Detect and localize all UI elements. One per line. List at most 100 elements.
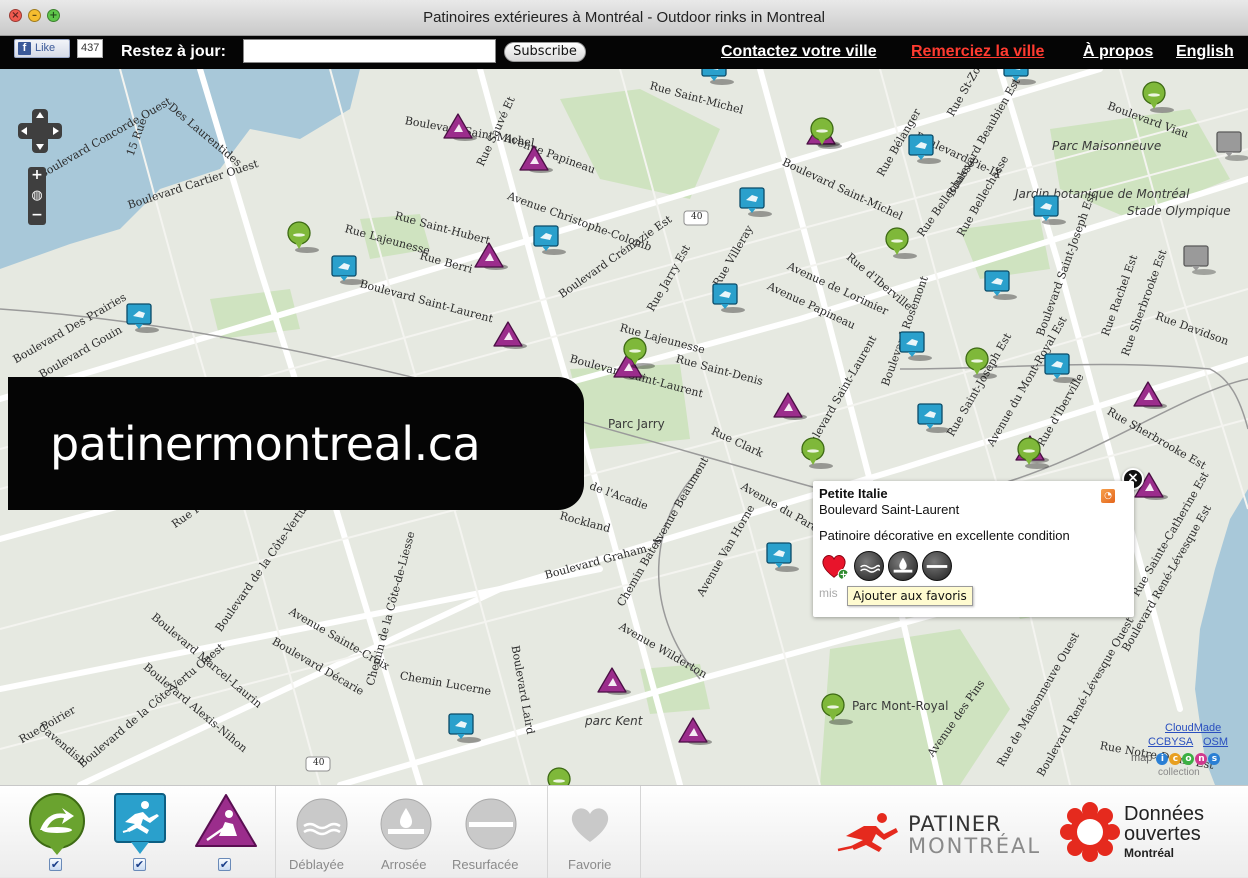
- attribution-license-link[interactable]: CCBYSA: [1148, 736, 1193, 748]
- closed-rink-marker[interactable]: [1215, 130, 1248, 167]
- rink-location: Boulevard Saint-Laurent: [819, 502, 960, 517]
- pleasure-rink-marker[interactable]: [545, 766, 579, 785]
- site-name: patinermontreal.ca: [50, 417, 481, 471]
- skating-rink-marker[interactable]: [738, 186, 772, 223]
- nav-about[interactable]: À propos: [1083, 43, 1153, 61]
- hockey-checkbox[interactable]: ✔: [218, 858, 231, 871]
- resurfaced-filter-icon[interactable]: [465, 798, 517, 850]
- site-banner: patinermontreal.ca: [8, 377, 584, 510]
- pleasure-rink-marker[interactable]: [819, 692, 853, 731]
- skating-rink-marker[interactable]: [983, 269, 1017, 306]
- cleared-icon: [854, 551, 884, 581]
- rink-name: Petite Italie: [819, 486, 888, 501]
- email-field[interactable]: [243, 39, 496, 63]
- skating-rink-marker[interactable]: [907, 133, 941, 170]
- montreal-logo-word: MONTRÉAL: [908, 834, 1042, 858]
- skating-rink-marker[interactable]: [711, 282, 745, 319]
- ouvertes-logo-word: ouvertes: [1124, 823, 1201, 845]
- hockey-rink-marker[interactable]: [519, 144, 553, 179]
- skating-rink-marker[interactable]: [898, 330, 932, 367]
- park-label: Parc Maisonneuve: [1052, 139, 1162, 153]
- toolbar-separator: [275, 786, 276, 878]
- donnees-logo-word: Données: [1124, 803, 1205, 825]
- rink-description: Patinoire décorative en excellente condi…: [819, 528, 1070, 543]
- skating-rink-marker[interactable]: [1002, 69, 1036, 91]
- hockey-rink-marker[interactable]: [443, 112, 477, 147]
- skating-rink-marker[interactable]: [532, 224, 566, 261]
- hockey-rink-marker[interactable]: [773, 391, 807, 426]
- nav-language-toggle[interactable]: English: [1176, 43, 1234, 61]
- mapicons-letter: i: [1156, 753, 1169, 765]
- facebook-like-count: 437: [77, 39, 104, 58]
- toolbar-separator: [640, 786, 641, 878]
- pleasure-rink-marker[interactable]: [963, 346, 997, 385]
- nav-thank-city[interactable]: Remerciez la ville: [911, 43, 1044, 61]
- map-canvas[interactable]: 40 40 Boulevard Concorde Ouest 15 Rue Bo…: [0, 69, 1248, 785]
- skating-rink-marker[interactable]: [330, 254, 364, 291]
- patiner-montreal-logo-icon: [837, 813, 898, 852]
- facebook-icon: f: [18, 42, 31, 55]
- rss-icon[interactable]: ◔: [1101, 489, 1115, 503]
- mapicons-logo[interactable]: map icons: [1131, 752, 1221, 765]
- skating-rink-marker[interactable]: [765, 541, 799, 578]
- watered-filter-icon[interactable]: [380, 798, 432, 850]
- pleasure-rink-marker[interactable]: [285, 220, 319, 259]
- speed-skating-checkbox[interactable]: ✔: [133, 858, 146, 871]
- pleasure-rink-marker[interactable]: [621, 336, 655, 375]
- park-label: Parc Jarry: [608, 417, 665, 431]
- pleasure-rink-marker[interactable]: [1140, 80, 1174, 119]
- pleasure-rink-marker[interactable]: [808, 116, 842, 155]
- hockey-icon[interactable]: [193, 792, 259, 856]
- pleasure-rink-marker[interactable]: [883, 226, 917, 265]
- pleasure-skating-icon[interactable]: [26, 792, 88, 856]
- highway-shield-label: 40: [691, 212, 703, 222]
- svg-text:+: +: [839, 570, 847, 581]
- hockey-rink-marker[interactable]: [1133, 380, 1167, 415]
- mapicons-letters: icons: [1155, 752, 1221, 765]
- favorite-tooltip: Ajouter aux favoris: [847, 586, 973, 606]
- hockey-rink-marker[interactable]: [597, 666, 631, 701]
- mapicons-label: map: [1131, 752, 1153, 764]
- nav-contact-city[interactable]: Contactez votre ville: [721, 43, 877, 61]
- donnees-ouvertes-logo-icon: [1060, 802, 1120, 862]
- heart-add-icon[interactable]: +: [819, 551, 849, 581]
- subscribe-button[interactable]: Subscribe: [504, 42, 586, 62]
- park-label: parc Kent: [585, 714, 643, 728]
- attribution-cloudmade-link[interactable]: CloudMade: [1165, 722, 1221, 734]
- toolbar-separator: [547, 786, 548, 878]
- highway-shield-label: 40: [313, 758, 325, 768]
- patiner-logo-word: PATINER: [908, 812, 1002, 836]
- watered-label: Arrosée: [381, 857, 427, 872]
- hockey-rink-marker[interactable]: [678, 716, 712, 751]
- hockey-rink-marker[interactable]: [474, 241, 508, 276]
- skating-rink-marker[interactable]: [1043, 352, 1077, 389]
- rink-popup: Petite Italie Boulevard Saint-Laurent ◔ …: [813, 481, 1134, 617]
- closed-rink-marker[interactable]: [1182, 244, 1216, 281]
- skater-icon[interactable]: [113, 792, 167, 856]
- skating-rink-marker[interactable]: [447, 712, 481, 749]
- pleasure-rink-marker[interactable]: [799, 436, 833, 475]
- hockey-rink-marker[interactable]: [493, 320, 527, 355]
- globe-icon[interactable]: ◍: [28, 185, 46, 207]
- attribution-osm-link[interactable]: OSM: [1203, 736, 1228, 748]
- skating-rink-marker[interactable]: [1032, 194, 1066, 231]
- mapicons-letter: n: [1195, 753, 1208, 765]
- zoom-in-button[interactable]: +: [28, 167, 46, 185]
- place-label: Stade Olympique: [1127, 204, 1231, 218]
- pleasure-rink-marker[interactable]: [1015, 436, 1049, 475]
- watered-icon: [888, 551, 918, 581]
- mapicons-letter: o: [1182, 753, 1195, 765]
- window-title: Patinoires extérieures à Montréal - Outd…: [423, 9, 825, 26]
- skating-rink-marker[interactable]: [125, 302, 159, 339]
- park-label: Parc Mont-Royal: [852, 699, 949, 713]
- mapicons-collection-label: collection: [1158, 767, 1200, 778]
- filter-toolbar: ✔ ✔ ✔ Déblayée Arrosée Resurfacée Favori…: [0, 785, 1248, 878]
- skating-rink-marker[interactable]: [916, 402, 950, 439]
- facebook-like-button[interactable]: f Like: [14, 39, 70, 58]
- pan-control[interactable]: [18, 109, 62, 153]
- cleared-filter-icon[interactable]: [296, 798, 348, 850]
- pleasure-skating-checkbox[interactable]: ✔: [49, 858, 62, 871]
- skating-rink-marker[interactable]: [700, 69, 734, 91]
- favorite-heart-icon[interactable]: [568, 804, 612, 844]
- zoom-out-button[interactable]: −: [28, 207, 46, 225]
